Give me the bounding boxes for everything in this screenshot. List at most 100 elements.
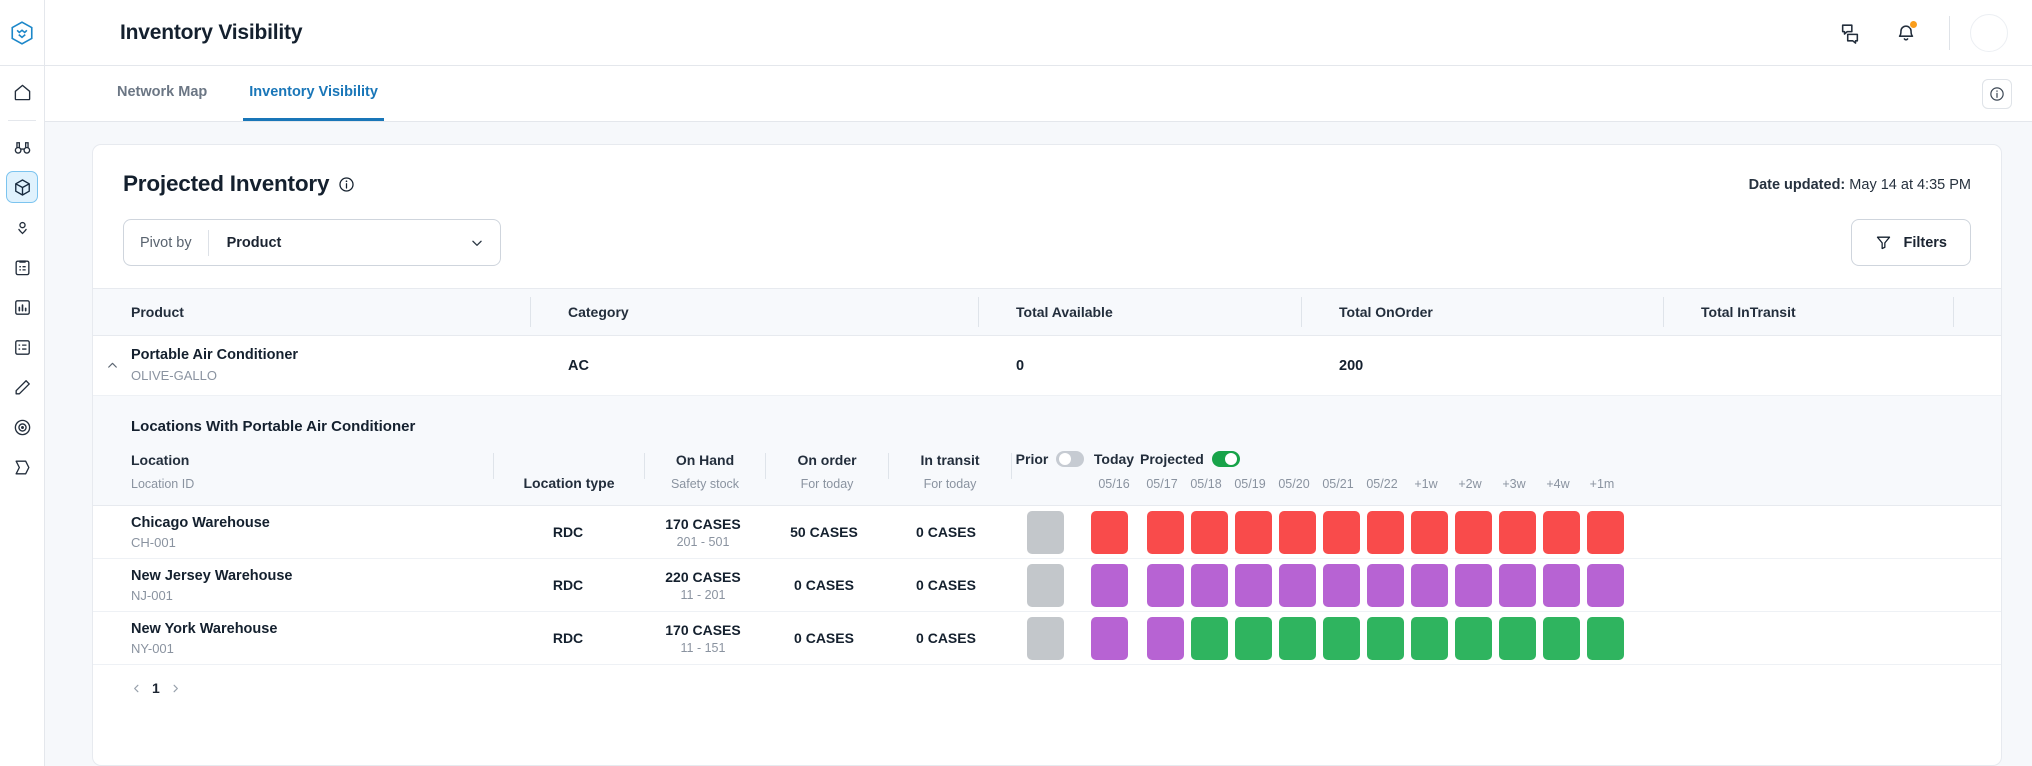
location-row[interactable]: Chicago Warehouse CH-001 RDC 170 CASES 2…	[93, 506, 2001, 559]
avatar[interactable]	[1970, 14, 2008, 52]
projected-cell	[1319, 511, 1363, 554]
sidebar-item-home[interactable]	[6, 76, 38, 108]
projected-swatch[interactable]	[1411, 511, 1448, 554]
location-row[interactable]: New York Warehouse NY-001 RDC 170 CASES …	[93, 612, 2001, 665]
tab-network-map[interactable]: Network Map	[111, 66, 213, 121]
col-header-location-type[interactable]: Location type	[494, 475, 644, 491]
sidebar-item-orders[interactable]	[6, 251, 38, 283]
on-order-cell: 0 CASES	[763, 630, 885, 646]
col-header-location-sub: Location ID	[131, 477, 493, 491]
projected-swatch[interactable]	[1323, 564, 1360, 607]
projected-toggle[interactable]	[1212, 451, 1240, 467]
projected-swatch[interactable]	[1411, 564, 1448, 607]
sidebar-item-edit[interactable]	[6, 371, 38, 403]
projected-swatch[interactable]	[1543, 511, 1580, 554]
projected-swatch[interactable]	[1587, 564, 1624, 607]
sidebar-item-reports[interactable]	[6, 331, 38, 363]
location-row[interactable]: New Jersey Warehouse NJ-001 RDC 220 CASE…	[93, 559, 2001, 612]
col-header-in-transit[interactable]: In transit For today	[889, 452, 1011, 491]
timeline-header: Prior Today 05/16	[1012, 451, 1624, 491]
projected-inventory-card: Projected Inventory Date updated: May 14…	[92, 144, 2002, 766]
rail-items	[0, 66, 44, 491]
row-collapse-toggle[interactable]	[93, 359, 131, 372]
projected-swatch[interactable]	[1543, 564, 1580, 607]
projected-swatch[interactable]	[1235, 511, 1272, 554]
sidebar-item-labels[interactable]	[6, 451, 38, 483]
notifications-button[interactable]	[1893, 20, 1919, 46]
sidebar-item-analytics[interactable]	[6, 291, 38, 323]
tab-info-button[interactable]	[1982, 79, 2012, 109]
col-header-total-onorder[interactable]: Total OnOrder	[1301, 297, 1663, 327]
projected-swatch[interactable]	[1587, 617, 1624, 660]
sidebar-item-goals[interactable]	[6, 411, 38, 443]
col-header-on-order[interactable]: On order For today	[766, 452, 888, 491]
projected-cell	[1231, 511, 1275, 554]
safety-stock-value: 11 - 201	[643, 588, 763, 602]
col-header-on-hand[interactable]: On Hand Safety stock	[645, 452, 765, 491]
col-header-total-available[interactable]: Total Available	[978, 297, 1301, 327]
filters-button[interactable]: Filters	[1851, 219, 1971, 266]
projected-swatch[interactable]	[1499, 617, 1536, 660]
clipboard-icon	[13, 258, 32, 277]
chat-button[interactable]	[1837, 20, 1863, 46]
pivot-by-select[interactable]: Pivot by Product	[123, 219, 501, 266]
today-swatch[interactable]	[1091, 617, 1128, 660]
total-onorder-cell: 200	[1301, 358, 1663, 374]
col-header-on-order-label: On order	[766, 452, 888, 468]
projected-swatch[interactable]	[1147, 617, 1184, 660]
projected-swatch[interactable]	[1499, 511, 1536, 554]
col-header-product[interactable]: Product	[93, 297, 530, 327]
projected-swatch[interactable]	[1191, 511, 1228, 554]
projected-swatch[interactable]	[1367, 564, 1404, 607]
projected-swatch[interactable]	[1279, 617, 1316, 660]
col-header-category[interactable]: Category	[530, 297, 978, 327]
prior-toggle[interactable]	[1056, 451, 1084, 467]
projected-swatch[interactable]	[1235, 564, 1272, 607]
prior-swatch[interactable]	[1027, 511, 1064, 554]
col-header-total-intransit[interactable]: Total InTransit	[1663, 297, 1953, 327]
projected-swatch[interactable]	[1543, 617, 1580, 660]
prior-label: Prior	[1016, 451, 1049, 467]
sidebar-item-discover[interactable]	[6, 131, 38, 163]
projected-swatch[interactable]	[1191, 617, 1228, 660]
sidebar-item-inventory[interactable]	[6, 171, 38, 203]
target-icon	[13, 418, 32, 437]
today-label: Today	[1094, 451, 1134, 467]
projected-swatch[interactable]	[1455, 511, 1492, 554]
projected-swatch[interactable]	[1279, 564, 1316, 607]
projected-swatch[interactable]	[1323, 511, 1360, 554]
col-header-location[interactable]: Location Location ID	[93, 452, 493, 491]
projected-date: +3w	[1492, 477, 1536, 491]
pagination-page[interactable]: 1	[152, 680, 160, 696]
pagination-next[interactable]	[170, 683, 181, 694]
projected-swatch[interactable]	[1367, 617, 1404, 660]
sidebar-item-locations[interactable]	[6, 211, 38, 243]
info-circle-icon[interactable]	[338, 176, 355, 193]
projected-cell	[1583, 564, 1627, 607]
projected-swatch[interactable]	[1499, 564, 1536, 607]
pagination-prev[interactable]	[131, 683, 142, 694]
today-swatch[interactable]	[1091, 511, 1128, 554]
prior-toggle-group: Prior	[1016, 451, 1085, 467]
projected-swatch[interactable]	[1279, 511, 1316, 554]
projected-swatch[interactable]	[1191, 564, 1228, 607]
prior-swatch[interactable]	[1027, 617, 1064, 660]
tabbar-spacer	[414, 66, 1982, 121]
projected-swatch[interactable]	[1147, 511, 1184, 554]
projected-swatch[interactable]	[1587, 511, 1624, 554]
prior-swatch[interactable]	[1027, 564, 1064, 607]
app-logo[interactable]	[0, 0, 45, 66]
projected-swatch[interactable]	[1455, 564, 1492, 607]
safety-stock-value: 11 - 151	[643, 641, 763, 655]
today-swatch[interactable]	[1091, 564, 1128, 607]
projected-swatch[interactable]	[1235, 617, 1272, 660]
table-row[interactable]: Portable Air Conditioner OLIVE-GALLO AC …	[93, 336, 2001, 396]
on-hand-value: 220 CASES	[643, 569, 763, 585]
projected-swatch[interactable]	[1323, 617, 1360, 660]
projected-swatch[interactable]	[1455, 617, 1492, 660]
projected-swatch[interactable]	[1147, 564, 1184, 607]
projected-date: 05/19	[1228, 477, 1272, 491]
tab-inventory-visibility[interactable]: Inventory Visibility	[243, 66, 384, 121]
projected-swatch[interactable]	[1367, 511, 1404, 554]
projected-swatch[interactable]	[1411, 617, 1448, 660]
